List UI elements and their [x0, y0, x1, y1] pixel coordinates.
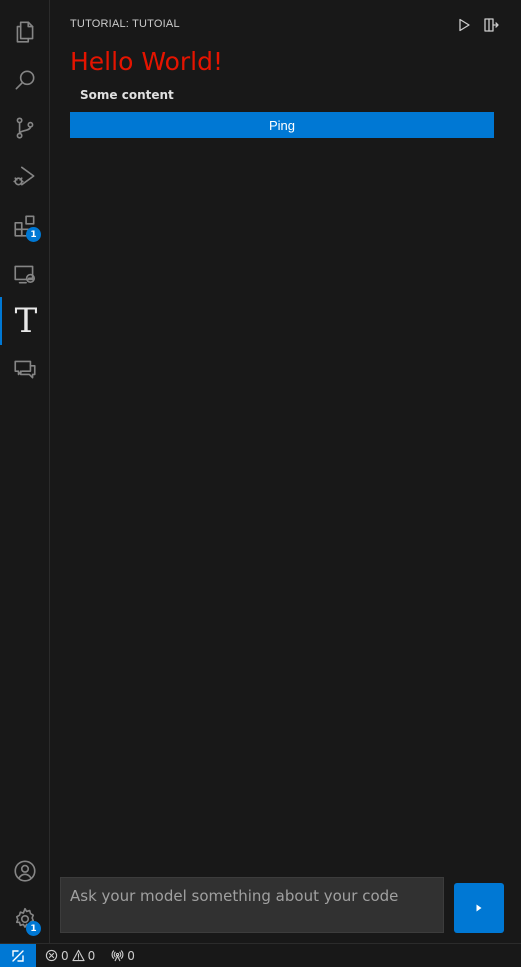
source-control-icon [16, 117, 34, 139]
status-bar: 0 0 0 [0, 943, 521, 967]
remote-explorer-icon [14, 265, 36, 284]
explorer-icon [16, 21, 34, 43]
tutorial-icon: T [14, 301, 38, 341]
tutorial-button[interactable]: T [0, 297, 50, 345]
ports-count: 0 [127, 948, 135, 963]
extensions-badge: 1 [26, 227, 41, 242]
error-icon [45, 949, 58, 962]
activity-bar: 1 T 1 [0, 0, 50, 943]
settings-badge: 1 [26, 921, 41, 936]
account-icon [14, 860, 36, 882]
extensions-button[interactable]: 1 [0, 202, 50, 250]
account-button[interactable] [0, 847, 50, 895]
search-icon [15, 70, 35, 90]
broadcast-icon [111, 950, 124, 962]
remote-icon [12, 949, 24, 962]
panel-title: TUTORIAL: TUTOIAL [70, 18, 180, 30]
ports-indicator[interactable]: 0 [111, 949, 135, 963]
problems-indicator[interactable]: 0 0 [45, 949, 95, 963]
play-icon [459, 18, 470, 32]
chat-button[interactable] [0, 345, 50, 393]
hello-heading: Hello World! [70, 47, 223, 76]
remote-explorer-button[interactable] [0, 250, 50, 298]
settings-button[interactable]: 1 [0, 895, 50, 943]
warning-icon [72, 949, 85, 962]
error-count: 0 [61, 948, 69, 963]
run-debug-button[interactable] [0, 152, 50, 200]
run-button[interactable] [456, 17, 472, 33]
send-icon [476, 904, 482, 912]
run-debug-icon [13, 166, 35, 186]
vscode-window: 1 T 1 TUTORIAL: TUTOIAL Hello World! Som… [0, 0, 521, 967]
remote-indicator[interactable] [0, 944, 36, 967]
content-text: Some content [80, 88, 174, 102]
ask-model-input[interactable] [60, 877, 444, 933]
warning-count: 0 [87, 948, 96, 963]
tutorial-panel: TUTORIAL: TUTOIAL Hello World! Some cont… [51, 0, 521, 943]
send-button[interactable] [454, 883, 504, 933]
open-in-editor-icon [484, 18, 499, 32]
open-panel-button[interactable] [483, 17, 499, 33]
ping-button[interactable]: Ping [70, 112, 494, 138]
chat-icon [14, 360, 36, 379]
source-control-button[interactable] [0, 104, 50, 152]
search-button[interactable] [0, 56, 50, 104]
explorer-button[interactable] [0, 8, 50, 56]
